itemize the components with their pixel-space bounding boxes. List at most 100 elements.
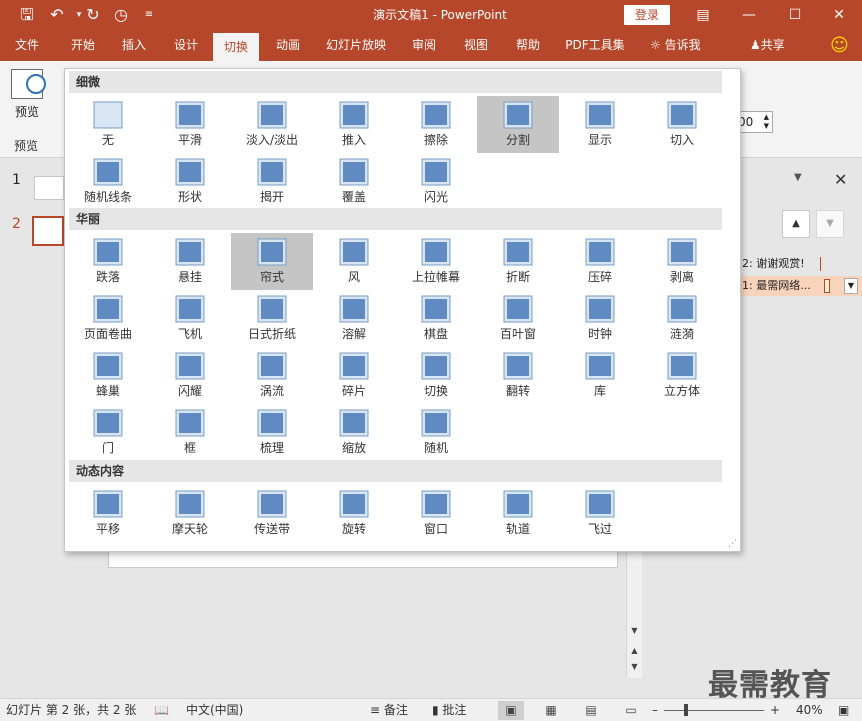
pane-menu-icon[interactable]: ▼ [794, 172, 802, 183]
slide-thumbnail[interactable] [34, 176, 64, 200]
fit-to-window-icon[interactable]: ▣ [838, 699, 849, 721]
minimize-icon[interactable]: — [726, 0, 772, 30]
item-dropdown-icon[interactable]: ▼ [844, 278, 858, 294]
slide-thumbnail-selected[interactable] [32, 216, 64, 246]
transition-option[interactable]: 飞机 [149, 290, 231, 347]
transition-option[interactable]: 揭开 [231, 153, 313, 210]
animation-item[interactable]: 2: 谢谢观赏! [740, 254, 862, 274]
transition-option[interactable]: 涟漪 [641, 290, 723, 347]
customize-toolbar-icon[interactable]: ≡ [136, 0, 162, 30]
transition-option[interactable]: 日式折纸 [231, 290, 313, 347]
share-button[interactable]: ♟共享 [750, 30, 785, 61]
tab-insert[interactable]: 插入 [112, 30, 156, 61]
tab-slideshow[interactable]: 幻灯片放映 [318, 30, 394, 61]
transition-option[interactable]: 百叶窗 [477, 290, 559, 347]
transition-option[interactable]: 蜂巢 [67, 347, 149, 404]
transition-option[interactable]: 碎片 [313, 347, 395, 404]
transition-option[interactable]: 上拉帷幕 [395, 233, 477, 290]
animation-item-selected[interactable]: 1: 最需网络... ▼ [740, 276, 862, 296]
language-status[interactable]: 中文(中国) [186, 699, 243, 721]
transition-option[interactable]: 窗口 [395, 485, 477, 542]
redo-icon[interactable]: ↻ [80, 0, 106, 30]
spinner-icon[interactable]: ▲ ▼ [764, 113, 769, 131]
tab-transitions[interactable]: 切换 [213, 33, 259, 61]
maximize-icon[interactable]: ☐ [772, 0, 818, 30]
normal-view-icon[interactable]: ▣ [498, 701, 524, 720]
transition-option[interactable]: 库 [559, 347, 641, 404]
transition-option[interactable]: 涡流 [231, 347, 313, 404]
tab-pdf-tools[interactable]: PDF工具集 [558, 30, 632, 61]
accessibility-icon[interactable]: 📖 [154, 699, 169, 721]
tab-help[interactable]: 帮助 [506, 30, 550, 61]
transition-option[interactable]: 跌落 [67, 233, 149, 290]
transition-option[interactable]: 无 [67, 96, 149, 153]
notes-button[interactable]: ≡ 备注 [370, 699, 408, 721]
transition-option[interactable]: 风 [313, 233, 395, 290]
transition-option[interactable]: 分割 [477, 96, 559, 153]
transition-option[interactable]: 显示 [559, 96, 641, 153]
transition-option[interactable]: 闪耀 [149, 347, 231, 404]
transition-option[interactable]: 轨道 [477, 485, 559, 542]
transition-option[interactable]: 旋转 [313, 485, 395, 542]
slideshow-view-icon[interactable]: ▭ [618, 701, 644, 720]
transition-option[interactable]: 溶解 [313, 290, 395, 347]
previous-slide-icon[interactable]: ▲ [627, 644, 642, 658]
transition-option[interactable]: 飞过 [559, 485, 641, 542]
tab-file[interactable]: 文件 [4, 30, 50, 61]
resize-grip-icon[interactable]: ⋰ [728, 539, 737, 549]
transition-option[interactable]: 剥离 [641, 233, 723, 290]
move-down-button[interactable]: ▼ [816, 210, 844, 238]
transition-option[interactable]: 翻转 [477, 347, 559, 404]
next-slide-icon[interactable]: ▼ [627, 660, 642, 674]
smiley-feedback-icon[interactable]: ☺ [830, 30, 849, 61]
transition-option[interactable]: 帘式 [231, 233, 313, 290]
reading-view-icon[interactable]: ▤ [578, 701, 604, 720]
transition-option[interactable]: 摩天轮 [149, 485, 231, 542]
zoom-out-icon[interactable]: – [652, 699, 658, 721]
transition-option[interactable]: 随机线条 [67, 153, 149, 210]
transition-option[interactable]: 悬挂 [149, 233, 231, 290]
zoom-slider-thumb[interactable] [684, 704, 688, 716]
transition-option[interactable]: 擦除 [395, 96, 477, 153]
comments-button[interactable]: ▮ 批注 [432, 699, 466, 721]
tab-animations[interactable]: 动画 [266, 30, 310, 61]
transition-option[interactable]: 缩放 [313, 404, 395, 461]
move-up-button[interactable]: ▲ [782, 210, 810, 238]
transition-option[interactable]: 平移 [67, 485, 149, 542]
transition-option[interactable]: 时钟 [559, 290, 641, 347]
save-icon[interactable]: 🖫 [14, 0, 40, 30]
transition-option[interactable]: 梳理 [231, 404, 313, 461]
vertical-scrollbar[interactable]: ▼ ▲ ▼ [626, 548, 642, 678]
transition-option[interactable]: 页面卷曲 [67, 290, 149, 347]
start-from-beginning-icon[interactable]: ◷ [108, 0, 134, 30]
login-button[interactable]: 登录 [624, 5, 670, 25]
ribbon-display-icon[interactable]: ▤ [680, 0, 726, 30]
transition-option[interactable]: 压碎 [559, 233, 641, 290]
transition-option[interactable]: 切换 [395, 347, 477, 404]
scroll-down-icon[interactable]: ▼ [627, 624, 642, 638]
transition-option[interactable]: 框 [149, 404, 231, 461]
transition-option[interactable]: 门 [67, 404, 149, 461]
transition-option[interactable]: 传送带 [231, 485, 313, 542]
transition-option[interactable]: 形状 [149, 153, 231, 210]
zoom-slider[interactable] [664, 710, 764, 711]
transition-option[interactable]: 平滑 [149, 96, 231, 153]
tab-review[interactable]: 审阅 [402, 30, 446, 61]
transition-option[interactable]: 折断 [477, 233, 559, 290]
transition-option[interactable]: 淡入/淡出 [231, 96, 313, 153]
transition-option[interactable]: 切入 [641, 96, 723, 153]
transition-option[interactable]: 立方体 [641, 347, 723, 404]
transition-option[interactable]: 闪光 [395, 153, 477, 210]
tab-home[interactable]: 开始 [60, 30, 106, 61]
zoom-level[interactable]: 40% [796, 699, 823, 721]
transition-option[interactable]: 随机 [395, 404, 477, 461]
tab-view[interactable]: 视图 [454, 30, 498, 61]
tab-design[interactable]: 设计 [164, 30, 208, 61]
transition-option[interactable]: 棋盘 [395, 290, 477, 347]
tell-me-search[interactable]: ☼ 告诉我 [650, 30, 701, 61]
close-icon[interactable]: ✕ [816, 0, 862, 30]
slide-sorter-icon[interactable]: ▦ [538, 701, 564, 720]
zoom-in-icon[interactable]: + [770, 699, 780, 721]
pane-close-icon[interactable]: ✕ [834, 170, 847, 189]
transition-option[interactable]: 推入 [313, 96, 395, 153]
